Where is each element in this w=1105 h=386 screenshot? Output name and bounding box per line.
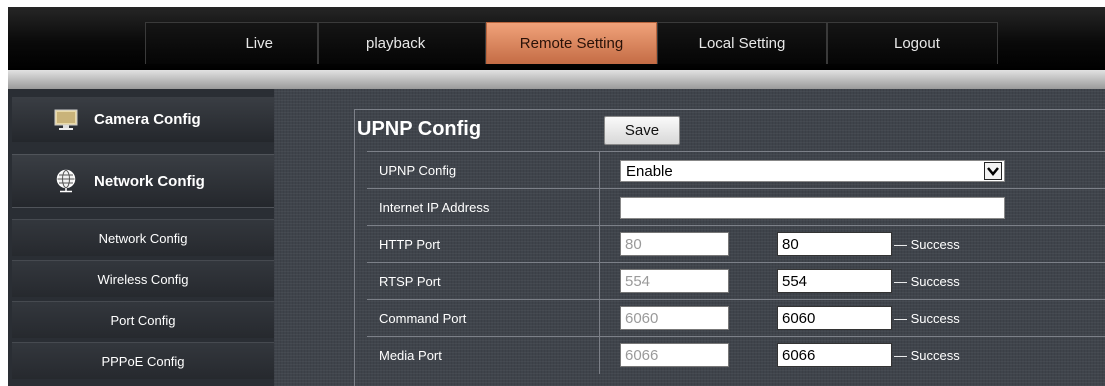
nav-tab-live[interactable]: Live: [145, 22, 318, 64]
internet-ip-row: Internet IP Address: [367, 188, 1105, 226]
command-port-status: — Success: [894, 311, 960, 326]
sidebar-item-network-config[interactable]: Network Config: [12, 219, 274, 256]
main-nav: Live playback Remote Setting Local Setti…: [145, 22, 998, 64]
media-port-external-field[interactable]: 6066: [777, 343, 892, 367]
http-port-status: — Success: [894, 237, 960, 252]
app-window: Live playback Remote Setting Local Setti…: [0, 0, 1105, 386]
top-nav-bar: Live playback Remote Setting Local Setti…: [8, 7, 1105, 70]
rtsp-port-row: RTSP Port 554 554 — Success: [367, 262, 1105, 300]
upnp-config-panel: UPNP Config Save UPNP Config Enable Inte…: [354, 109, 1105, 386]
nav-tab-logout[interactable]: Logout: [827, 22, 998, 64]
media-port-row: Media Port 6066 6066 — Success: [367, 336, 1105, 374]
http-port-label: HTTP Port: [379, 237, 441, 252]
chevron-down-icon[interactable]: [984, 162, 1002, 180]
globe-icon: [56, 169, 76, 193]
sidebar-item-port-config[interactable]: Port Config: [12, 301, 274, 338]
header-divider: [8, 70, 1105, 89]
sidebar-camera-config-label: Camera Config: [94, 111, 201, 128]
upnp-config-row: UPNP Config Enable: [367, 151, 1105, 189]
main-content: UPNP Config Save UPNP Config Enable Inte…: [274, 89, 1105, 386]
sidebar-network-config[interactable]: Network Config: [12, 154, 274, 208]
left-edge: [0, 0, 8, 386]
sidebar-camera-config[interactable]: Camera Config: [12, 97, 274, 142]
rtsp-port-external-field[interactable]: 554: [777, 269, 892, 293]
http-port-local-field[interactable]: 80: [620, 232, 729, 256]
panel-title: UPNP Config: [357, 118, 482, 140]
command-port-label: Command Port: [379, 311, 467, 326]
sidebar-item-wireless-config[interactable]: Wireless Config: [12, 260, 274, 297]
monitor-icon: [54, 109, 78, 130]
rtsp-port-label: RTSP Port: [379, 274, 441, 289]
internet-ip-label: Internet IP Address: [379, 200, 490, 215]
sidebar: Camera Config Network Config Network Con…: [8, 89, 274, 386]
media-port-local-field[interactable]: 6066: [620, 343, 729, 367]
command-port-row: Command Port 6060 6060 — Success: [367, 299, 1105, 337]
internet-ip-field[interactable]: [620, 197, 1005, 219]
save-button[interactable]: Save: [604, 116, 680, 145]
nav-tab-local-setting[interactable]: Local Setting: [657, 22, 827, 64]
upnp-config-select[interactable]: Enable: [620, 160, 1005, 182]
upnp-config-selected: Enable: [626, 162, 673, 180]
media-port-label: Media Port: [379, 348, 442, 363]
command-port-local-field[interactable]: 6060: [620, 306, 729, 330]
nav-tab-playback[interactable]: playback: [318, 22, 486, 64]
rtsp-port-local-field[interactable]: 554: [620, 269, 729, 293]
nav-tab-remote-setting[interactable]: Remote Setting: [486, 22, 657, 64]
http-port-row: HTTP Port 80 80 — Success: [367, 225, 1105, 263]
rtsp-port-status: — Success: [894, 274, 960, 289]
sidebar-network-config-label: Network Config: [94, 172, 205, 190]
command-port-external-field[interactable]: 6060: [777, 306, 892, 330]
media-port-status: — Success: [894, 348, 960, 363]
http-port-external-field[interactable]: 80: [777, 232, 892, 256]
sidebar-item-pppoe-config[interactable]: PPPoE Config: [12, 342, 274, 379]
upnp-config-label: UPNP Config: [379, 163, 457, 178]
